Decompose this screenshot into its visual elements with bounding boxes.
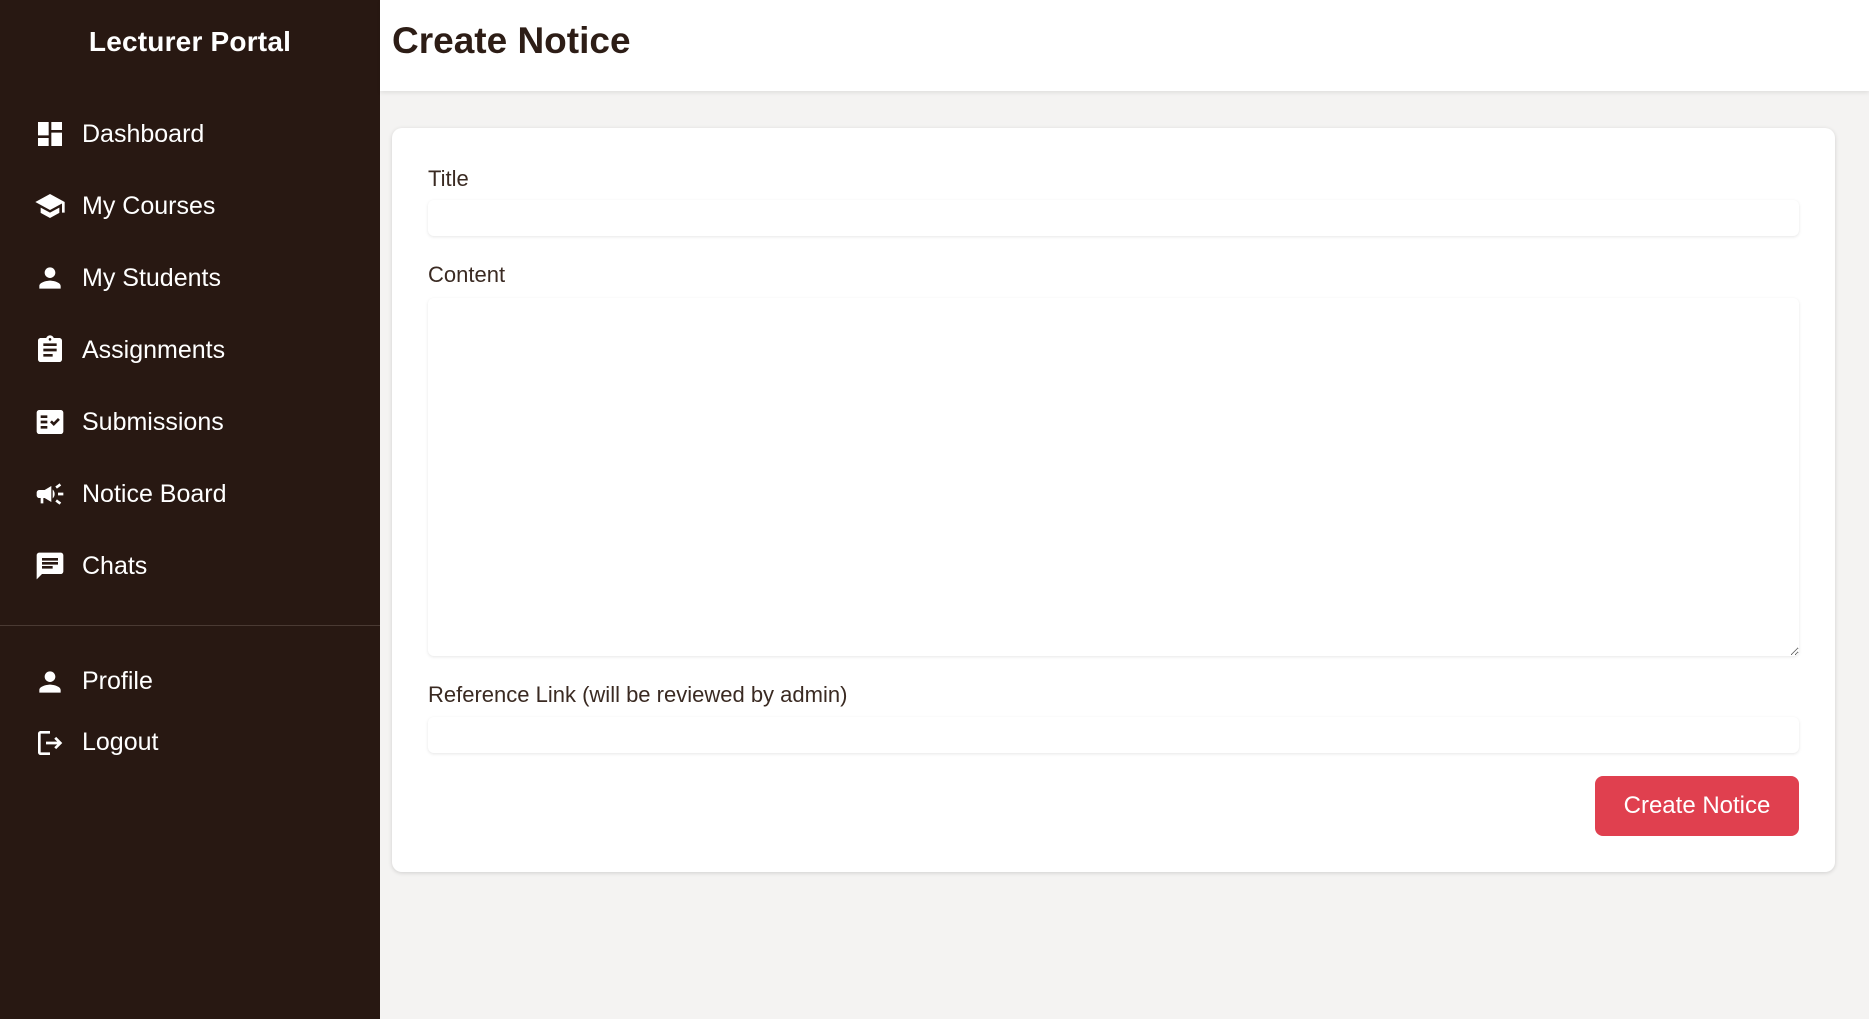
- sidebar-item-profile[interactable]: Profile: [0, 651, 380, 712]
- reference-link-label: Reference Link (will be reviewed by admi…: [428, 682, 848, 707]
- sidebar-nav: Dashboard My Courses My Students Assignm…: [0, 98, 380, 602]
- sidebar-item-label: Submissions: [82, 407, 224, 436]
- checklist-icon: [34, 406, 66, 438]
- content-textarea[interactable]: [428, 298, 1799, 656]
- sidebar-item-label: Notice Board: [82, 479, 227, 508]
- sidebar-item-label: Profile: [82, 667, 153, 695]
- create-notice-form: Title Content Reference Link (will be re…: [392, 128, 1835, 872]
- sidebar-item-label: Dashboard: [82, 119, 205, 148]
- sidebar-item-notice-board[interactable]: Notice Board: [0, 458, 380, 530]
- sidebar-item-my-students[interactable]: My Students: [0, 242, 380, 314]
- dashboard-icon: [34, 118, 66, 150]
- logout-icon: [34, 727, 66, 759]
- sidebar-item-label: My Students: [82, 263, 221, 292]
- sidebar-item-assignments[interactable]: Assignments: [0, 314, 380, 386]
- page-header: Create Notice: [380, 0, 1869, 91]
- megaphone-icon: [34, 478, 66, 510]
- sidebar-item-label: Chats: [82, 551, 148, 580]
- sidebar-item-logout[interactable]: Logout: [0, 712, 380, 773]
- sidebar-item-my-courses[interactable]: My Courses: [0, 170, 380, 242]
- title-label: Title: [428, 166, 469, 191]
- create-notice-button[interactable]: Create Notice: [1595, 776, 1799, 836]
- title-input[interactable]: [428, 200, 1799, 236]
- content-label: Content: [428, 262, 506, 287]
- sidebar-item-chats[interactable]: Chats: [0, 530, 380, 602]
- clipboard-icon: [34, 334, 66, 366]
- reference-link-input[interactable]: [428, 717, 1799, 753]
- app: Lecturer Portal Dashboard My Courses My …: [0, 0, 1869, 1019]
- chat-icon: [34, 550, 66, 582]
- school-icon: [34, 190, 66, 222]
- sidebar-bottom-nav: Profile Logout: [0, 651, 380, 773]
- sidebar-divider: [0, 625, 380, 626]
- sidebar: Lecturer Portal Dashboard My Courses My …: [0, 0, 380, 1019]
- sidebar-item-label: My Courses: [82, 191, 216, 220]
- sidebar-item-dashboard[interactable]: Dashboard: [0, 98, 380, 170]
- sidebar-item-label: Assignments: [82, 335, 226, 364]
- person-icon: [34, 262, 66, 294]
- sidebar-brand: Lecturer Portal: [88, 26, 292, 57]
- page-title: Create Notice: [392, 20, 631, 61]
- sidebar-item-submissions[interactable]: Submissions: [0, 386, 380, 458]
- sidebar-item-label: Logout: [82, 728, 159, 756]
- person-icon: [34, 666, 66, 698]
